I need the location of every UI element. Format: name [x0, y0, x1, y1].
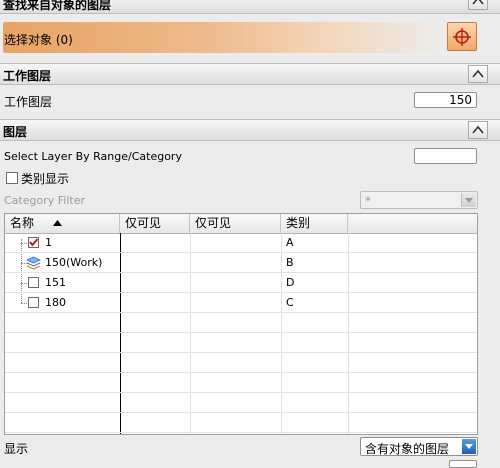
empty-row: [5, 333, 477, 353]
collapse-layers-button[interactable]: [468, 121, 488, 139]
column-header-category[interactable]: 类别: [281, 214, 348, 233]
layer-name: 151: [45, 276, 66, 289]
layers-section-title: 图层: [3, 125, 28, 139]
empty-row: [5, 393, 477, 413]
select-objects-label: 选择对象 (0): [4, 33, 73, 47]
empty-row: [5, 313, 477, 333]
collapse-find-layers-button[interactable]: [468, 0, 488, 10]
layer-visible-checkbox[interactable]: [28, 237, 39, 248]
column-header-name-label: 名称: [10, 216, 35, 230]
column-header-visible-only-2-label: 仅可见: [195, 216, 232, 230]
partial-control[interactable]: [449, 460, 477, 468]
table-row[interactable]: 180 C: [5, 293, 477, 313]
layer-name: 180: [45, 296, 66, 309]
display-value: 含有对象的图层: [365, 442, 450, 456]
dropdown-arrow-icon: [465, 198, 473, 203]
layer-visible-checkbox[interactable]: [28, 277, 39, 288]
layer-name: 1: [45, 236, 52, 249]
layers-section-header[interactable]: 图层: [0, 119, 500, 141]
chevron-up-icon: [472, 125, 484, 134]
work-layer-input[interactable]: 150: [414, 92, 477, 108]
column-header-name[interactable]: 名称: [5, 214, 120, 233]
empty-row: [5, 353, 477, 373]
layer-visible-checkbox[interactable]: [28, 297, 39, 308]
chevron-up-icon: [472, 0, 484, 5]
column-header-category-label: 类别: [286, 216, 311, 230]
table-row[interactable]: 151 D: [5, 273, 477, 293]
sort-up-icon: [53, 220, 62, 226]
work-layer-section-header[interactable]: 工作图层: [0, 63, 500, 85]
layer-category: A: [286, 236, 294, 249]
display-label: 显示: [4, 442, 29, 456]
select-layer-by-range-label: Select Layer By Range/Category: [4, 150, 182, 163]
work-layer-section-title: 工作图层: [3, 69, 52, 83]
layer-category: D: [286, 276, 295, 289]
layer-name: 150(Work): [45, 256, 103, 269]
layer-table-header: 名称 仅可见 仅可见 类别: [5, 214, 477, 234]
table-row[interactable]: 150(Work) B: [5, 253, 477, 273]
layer-category: B: [286, 256, 294, 269]
select-objects-bar[interactable]: 选择对象 (0): [3, 22, 443, 53]
find-layers-section-header[interactable]: 查找来自对象的图层: [0, 0, 500, 14]
column-header-visible-only-2[interactable]: 仅可见: [190, 214, 281, 233]
category-filter-label: Category Filter: [4, 194, 85, 207]
display-select[interactable]: 含有对象的图层: [360, 437, 478, 456]
category-display-label: 类别显示: [21, 172, 70, 186]
category-filter-dropdown-button[interactable]: [461, 193, 476, 207]
category-filter-select[interactable]: *: [360, 191, 478, 209]
collapse-work-layer-button[interactable]: [468, 65, 488, 83]
category-display-checkbox[interactable]: [6, 172, 18, 184]
select-layer-by-range-input[interactable]: [414, 148, 477, 164]
display-dropdown-button[interactable]: [462, 439, 476, 454]
select-objects-button[interactable]: [447, 22, 477, 51]
find-layers-section-title: 查找来自对象的图层: [3, 0, 112, 12]
column-header-visible-only-1-label: 仅可见: [125, 216, 162, 230]
checkbox-checked-icon: [29, 238, 39, 247]
column-header-visible-only-1[interactable]: 仅可见: [120, 214, 190, 233]
empty-row: [5, 413, 477, 433]
chevron-up-icon: [472, 69, 484, 78]
dropdown-arrow-icon: [465, 444, 473, 449]
empty-row: [5, 373, 477, 393]
crosshair-target-icon: [453, 28, 471, 46]
category-filter-value: *: [365, 194, 371, 208]
layer-table: 名称 仅可见 仅可见 类别 1 A 150(Work) B 151 D 180 …: [4, 213, 478, 435]
work-layer-label: 工作图层: [4, 95, 53, 109]
layer-stack-icon: [26, 256, 41, 270]
layer-category: C: [286, 296, 294, 309]
table-row[interactable]: 1 A: [5, 233, 477, 253]
